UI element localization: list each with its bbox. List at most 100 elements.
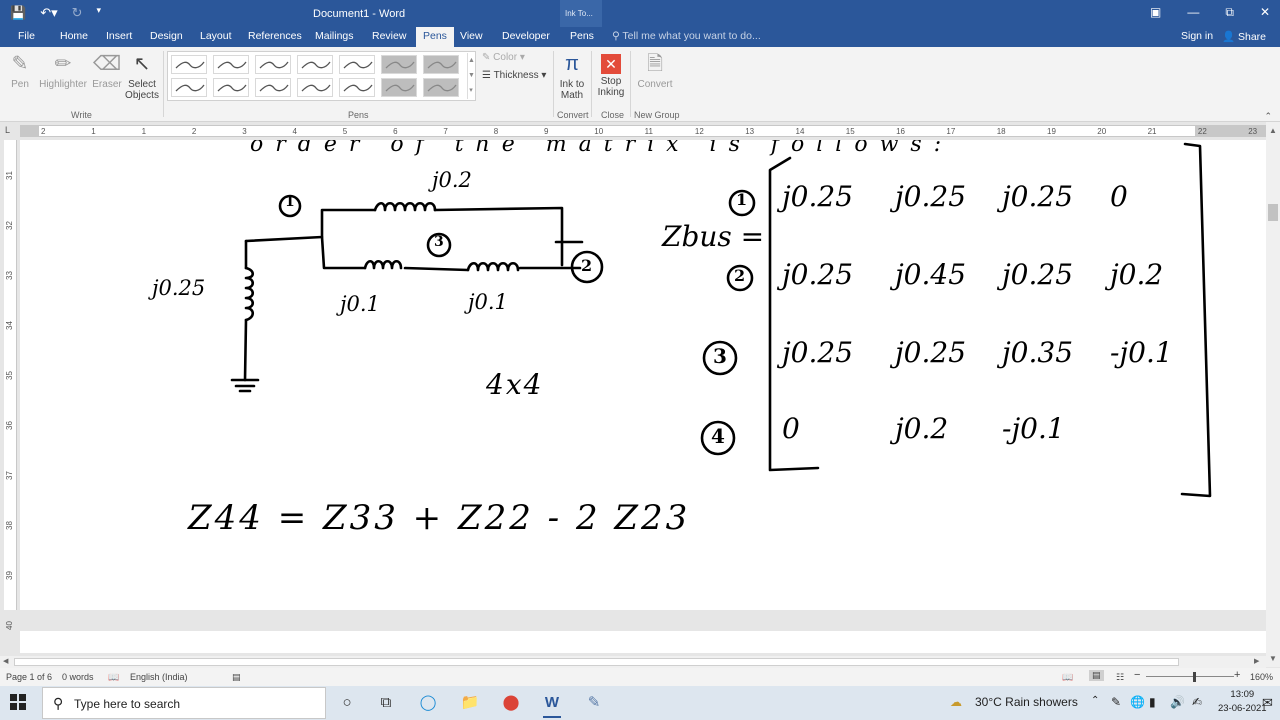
vertical-scrollbar[interactable]: ▲ ▼ [1266, 122, 1280, 667]
tab-file[interactable]: File [18, 30, 35, 42]
read-mode-icon[interactable]: 📖 [1062, 672, 1073, 683]
ink-left-impedance: j0.25 [152, 276, 206, 300]
tab-home[interactable]: Home [60, 30, 88, 42]
close-icon[interactable]: ✕ [1260, 5, 1270, 20]
word-icon[interactable]: W [540, 691, 564, 718]
pen-style-option[interactable] [171, 55, 207, 74]
ruler-number: 19 [1047, 127, 1056, 136]
ink-top-impedance: j0.2 [432, 168, 472, 192]
pens-gallery[interactable]: ▲ ▼ ▾ [167, 51, 476, 101]
pen-style-option[interactable] [381, 78, 417, 97]
windows-start-icon[interactable] [10, 694, 26, 710]
share-button[interactable]: 👤 Share [1222, 30, 1266, 43]
language-ime-icon[interactable]: ✍ [1192, 695, 1202, 709]
tab-review[interactable]: Review [372, 30, 406, 42]
tab-references[interactable]: References [248, 30, 302, 42]
horizontal-scroll-thumb[interactable] [14, 658, 1179, 666]
zoom-in-icon[interactable]: + [1234, 669, 1240, 681]
collapse-ribbon-icon[interactable]: ⌃ [1264, 111, 1272, 122]
tab-pens[interactable]: Pens [416, 27, 454, 47]
ribbon-display-icon[interactable]: ▣ [1150, 5, 1161, 20]
scroll-down-icon[interactable]: ▼ [1269, 654, 1277, 663]
tab-developer[interactable]: Developer [502, 30, 550, 42]
ink-to-math-button[interactable]: π Ink to Math [556, 51, 588, 101]
language-indicator[interactable]: English (India) [130, 672, 188, 682]
sign-in-link[interactable]: Sign in [1181, 30, 1213, 42]
pen-style-option[interactable] [213, 78, 249, 97]
scroll-up-icon[interactable]: ▲ [1269, 126, 1277, 135]
scroll-left-icon[interactable]: ◀ [3, 657, 8, 665]
pen-style-option[interactable] [297, 78, 333, 97]
pen-style-option[interactable] [171, 78, 207, 97]
eraser-button[interactable]: ⌫ Eraser [90, 51, 124, 90]
weather-icon[interactable]: ☁ [950, 695, 962, 709]
tab-mailings[interactable]: Mailings [315, 30, 354, 42]
taskbar-search[interactable]: ⚲ Type here to search [42, 687, 326, 719]
vertical-scroll-thumb[interactable] [1268, 204, 1278, 221]
ruler-number: 16 [896, 127, 905, 136]
scroll-right-icon[interactable]: ▶ [1254, 657, 1259, 665]
tab-view[interactable]: View [460, 30, 483, 42]
file-explorer-icon[interactable]: 📁 [458, 691, 482, 715]
proofing-icon[interactable]: 📖 [108, 672, 119, 683]
tab-layout[interactable]: Layout [200, 30, 232, 42]
pens-gallery-scroll[interactable]: ▲ ▼ ▾ [467, 53, 475, 99]
zoom-level[interactable]: 160% [1250, 672, 1273, 682]
tab-insert[interactable]: Insert [106, 30, 132, 42]
pen-style-option[interactable] [255, 78, 291, 97]
weather-text[interactable]: 30°C Rain showers [975, 695, 1078, 709]
tab-design[interactable]: Design [150, 30, 183, 42]
tell-me-search[interactable]: ⚲ Tell me what you want to do... [612, 30, 761, 42]
redo-icon[interactable]: ↻ [72, 5, 83, 21]
undo-icon[interactable]: ↶▾ [40, 5, 57, 21]
vertical-ruler-number: 37 [5, 471, 14, 480]
notification-icon[interactable]: ✉ [1262, 695, 1273, 711]
restore-icon[interactable]: ⧉ [1225, 5, 1234, 20]
zoom-slider[interactable] [1146, 676, 1234, 677]
zoom-slider-thumb[interactable] [1193, 672, 1196, 682]
battery-icon[interactable]: ▮ [1149, 695, 1156, 709]
task-view-icon[interactable]: ⧉ [374, 691, 398, 715]
pen-style-option[interactable] [339, 55, 375, 74]
print-layout-icon[interactable]: ▤ [1089, 670, 1104, 681]
ruler-number: 7 [443, 127, 448, 136]
highlighter-button[interactable]: ✏ Highlighter [36, 51, 90, 90]
document-page[interactable]: order of the matrix is follows: j0.2 j0.… [20, 140, 1268, 610]
matrix-entry: j0.25 [782, 258, 854, 291]
edge-icon[interactable]: ◯ [416, 691, 440, 715]
chrome-icon[interactable]: ⬤ [499, 691, 523, 715]
page-count[interactable]: Page 1 of 6 [6, 672, 52, 682]
pen-style-option[interactable] [423, 78, 459, 97]
pen-button[interactable]: ✎ Pen [6, 51, 34, 90]
ink-drawing [230, 142, 1212, 498]
convert-button[interactable]: 🗎 Convert [635, 51, 675, 90]
show-hidden-icons[interactable]: ⌃ [1091, 695, 1099, 706]
zoom-out-icon[interactable]: − [1134, 669, 1140, 681]
web-layout-icon[interactable]: ☷ [1116, 672, 1124, 683]
volume-icon[interactable]: 🔊 [1170, 695, 1185, 709]
system-clock[interactable]: 13:09 23-06-2021 [1218, 688, 1267, 716]
minimize-icon[interactable]: — [1187, 5, 1199, 20]
pen-style-option[interactable] [423, 55, 459, 74]
tab-pens-context[interactable]: Pens [570, 30, 594, 42]
pen-style-option[interactable] [381, 55, 417, 74]
cortana-icon[interactable]: ○ [335, 691, 359, 715]
ruler-number: 21 [1147, 127, 1157, 136]
customize-qat-icon[interactable]: ▾ [97, 5, 102, 21]
pen-style-option[interactable] [213, 55, 249, 74]
pen-workspace-icon[interactable]: ✎ [1111, 695, 1121, 709]
color-dropdown[interactable]: ✎ Color ▾ [482, 52, 525, 63]
pen-style-option[interactable] [339, 78, 375, 97]
select-objects-button[interactable]: ↖ Select Objects [124, 51, 160, 101]
thickness-dropdown[interactable]: ☰ Thickness ▾ [482, 70, 546, 81]
tab-selector[interactable]: L [5, 125, 10, 135]
stop-inking-button[interactable]: ✕ Stop Inking [595, 51, 627, 98]
save-icon[interactable]: 💾 [10, 5, 26, 21]
pen-style-option[interactable] [255, 55, 291, 74]
word-count[interactable]: 0 words [62, 672, 94, 682]
inking-app-icon[interactable]: ✎ [582, 691, 606, 715]
macro-record-icon[interactable]: ▤ [232, 672, 241, 683]
network-icon[interactable]: 🌐 [1130, 695, 1145, 709]
horizontal-scrollbar[interactable]: ◀ ▶ [0, 656, 1266, 668]
pen-style-option[interactable] [297, 55, 333, 74]
